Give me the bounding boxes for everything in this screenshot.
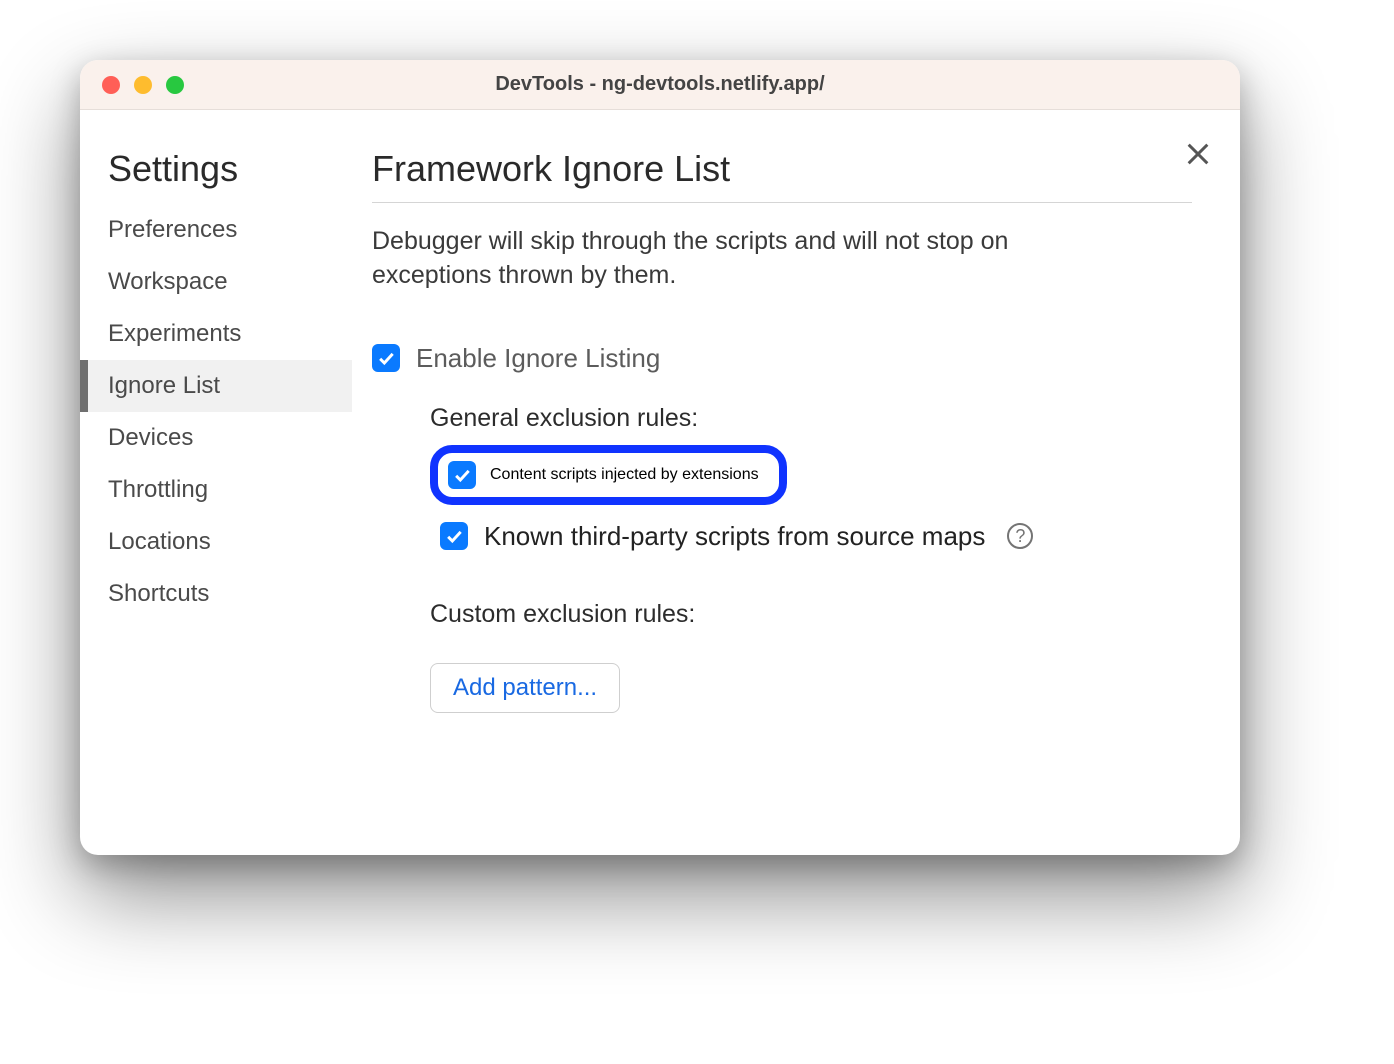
window-minimize-button[interactable] [134, 76, 152, 94]
window-title: DevTools - ng-devtools.netlify.app/ [80, 73, 1240, 96]
sidebar-heading: Settings [80, 148, 352, 204]
enable-ignore-listing-label: Enable Ignore Listing [416, 343, 660, 374]
sidebar: Settings Preferences Workspace Experimen… [80, 110, 352, 855]
sidebar-item-ignore-list[interactable]: Ignore List [80, 360, 352, 412]
checkbox-checked-icon[interactable] [372, 344, 400, 372]
window-zoom-button[interactable] [166, 76, 184, 94]
sidebar-item-label: Devices [108, 424, 193, 451]
titlebar: DevTools - ng-devtools.netlify.app/ [80, 60, 1240, 110]
general-rules-heading: General exclusion rules: [430, 404, 1192, 433]
sidebar-item-label: Preferences [108, 216, 237, 243]
content-area: Settings Preferences Workspace Experimen… [80, 110, 1240, 855]
checkbox-checked-icon[interactable] [440, 522, 468, 550]
traffic-lights [102, 76, 184, 94]
sidebar-item-label: Ignore List [108, 372, 220, 399]
sidebar-item-label: Experiments [108, 320, 241, 347]
checkbox-checked-icon[interactable] [448, 461, 476, 489]
add-pattern-button[interactable]: Add pattern... [430, 663, 620, 713]
custom-rules-heading: Custom exclusion rules: [430, 600, 1192, 629]
sidebar-item-devices[interactable]: Devices [80, 412, 352, 464]
rule-label: Content scripts injected by extensions [490, 466, 759, 484]
sidebar-item-preferences[interactable]: Preferences [80, 204, 352, 256]
rule-third-party-scripts-row[interactable]: Known third-party scripts from source ma… [430, 521, 1192, 552]
sidebar-item-experiments[interactable]: Experiments [80, 308, 352, 360]
close-icon[interactable] [1184, 140, 1212, 168]
sidebar-item-workspace[interactable]: Workspace [80, 256, 352, 308]
rule-content-scripts-highlight: Content scripts injected by extensions [430, 445, 787, 505]
sidebar-item-label: Locations [108, 528, 211, 555]
sidebar-item-locations[interactable]: Locations [80, 516, 352, 568]
sidebar-item-label: Shortcuts [108, 580, 209, 607]
sidebar-item-throttling[interactable]: Throttling [80, 464, 352, 516]
general-rules-list: Content scripts injected by extensions K… [430, 445, 1192, 552]
sidebar-item-label: Throttling [108, 476, 208, 503]
add-pattern-label: Add pattern... [453, 674, 597, 701]
sidebar-item-shortcuts[interactable]: Shortcuts [80, 568, 352, 620]
window-close-button[interactable] [102, 76, 120, 94]
help-icon[interactable]: ? [1007, 523, 1033, 549]
enable-ignore-listing-row[interactable]: Enable Ignore Listing [372, 343, 1192, 374]
rule-label: Known third-party scripts from source ma… [484, 521, 985, 552]
page-title: Framework Ignore List [372, 148, 1192, 203]
main-panel: Framework Ignore List Debugger will skip… [352, 110, 1240, 855]
sidebar-item-label: Workspace [108, 268, 228, 295]
page-description: Debugger will skip through the scripts a… [372, 225, 1132, 293]
settings-window: DevTools - ng-devtools.netlify.app/ Sett… [80, 60, 1240, 855]
